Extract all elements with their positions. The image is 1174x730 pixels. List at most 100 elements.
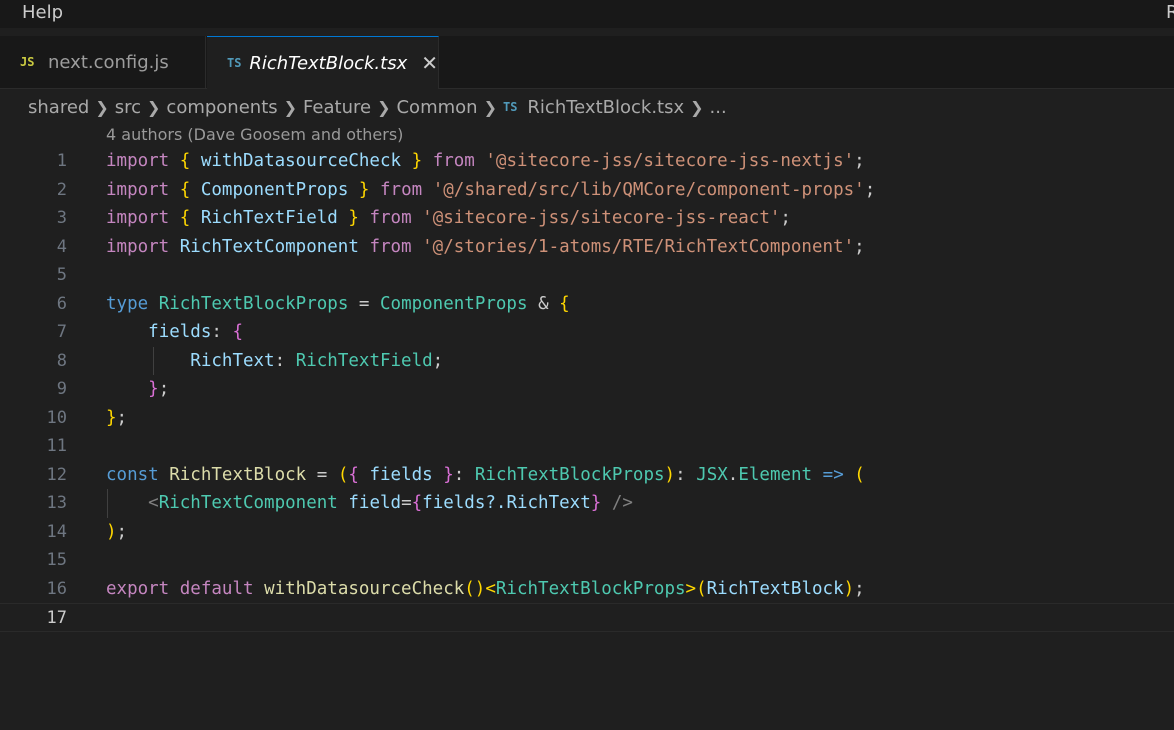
token: import xyxy=(106,208,170,228)
token: ( xyxy=(696,578,707,599)
token: JSX xyxy=(696,464,728,485)
menu-help[interactable]: Help xyxy=(22,2,63,23)
token: RichTextBlockProps xyxy=(158,293,349,314)
code-line[interactable]: 3 import { RichTextField } from '@siteco… xyxy=(0,204,1174,233)
tab-richtextblock[interactable]: TS RichTextBlock.tsx ✕ xyxy=(207,36,439,89)
code-line[interactable]: 10 }; xyxy=(0,404,1174,433)
breadcrumb-item-src[interactable]: src xyxy=(115,97,141,118)
token: } xyxy=(590,493,602,513)
token: = xyxy=(358,293,370,314)
token: ; xyxy=(158,379,170,399)
token: : xyxy=(453,464,465,485)
editor-tab-bar: JS next.config.js TS RichTextBlock.tsx ✕ xyxy=(0,36,1174,89)
token: { xyxy=(232,322,244,342)
typescript-file-icon: TS xyxy=(227,56,242,70)
token: < xyxy=(148,493,159,513)
token: . xyxy=(727,464,739,485)
tab-label: RichTextBlock.tsx xyxy=(249,52,408,74)
token: > xyxy=(685,578,697,599)
close-icon[interactable]: ✕ xyxy=(421,53,438,73)
code-line[interactable]: 9 }; xyxy=(0,375,1174,404)
token: withDatasourceCheck xyxy=(264,578,465,599)
tab-label: next.config.js xyxy=(48,51,169,73)
token: /> xyxy=(601,493,633,513)
token: { xyxy=(179,179,191,200)
typescript-file-icon: TS xyxy=(502,100,518,114)
line-number: 8 xyxy=(56,350,67,371)
token: } xyxy=(358,179,370,200)
line-number: 13 xyxy=(46,493,67,513)
token: ( xyxy=(854,464,865,485)
token: ) xyxy=(664,464,676,485)
code-line[interactable]: 13 <RichTextComponent field={fields?.Ric… xyxy=(0,489,1174,518)
line-number: 16 xyxy=(46,578,67,599)
breadcrumb-item-shared[interactable]: shared xyxy=(28,97,89,118)
breadcrumb-ellipsis[interactable]: ... xyxy=(710,97,727,118)
line-number: 11 xyxy=(46,436,67,456)
token: import xyxy=(106,236,170,257)
token: RichTextField xyxy=(200,208,338,228)
breadcrumb: shared ❯ src ❯ components ❯ Feature ❯ Co… xyxy=(28,94,727,120)
token: RichTextBlock xyxy=(169,464,307,485)
chevron-right-icon: ❯ xyxy=(690,97,704,117)
token: export xyxy=(106,578,170,599)
token: { xyxy=(348,464,359,485)
code-line[interactable]: 5 xyxy=(0,261,1174,290)
code-line[interactable]: 6 type RichTextBlockProps = ComponentPro… xyxy=(0,290,1174,319)
token: import xyxy=(106,179,170,200)
javascript-file-icon: JS xyxy=(20,55,35,69)
line-number: 2 xyxy=(56,179,67,200)
token: < xyxy=(485,578,496,599)
token: () xyxy=(464,578,486,599)
token: RichTextBlockProps xyxy=(474,464,665,485)
code-line[interactable]: 8 RichText: RichTextField; xyxy=(0,347,1174,376)
menu-right-item[interactable]: R xyxy=(1166,2,1174,23)
code-line[interactable]: 1 import { withDatasourceCheck } from '@… xyxy=(0,147,1174,176)
token: ; xyxy=(432,350,444,371)
token: '@/stories/1-atoms/RTE/RichTextComponent… xyxy=(422,236,855,257)
breadcrumb-item-file[interactable]: RichTextBlock.tsx xyxy=(527,97,684,118)
token: : xyxy=(211,322,222,342)
code-line[interactable]: 16 export default withDatasourceCheck()<… xyxy=(0,575,1174,604)
token: '@/shared/src/lib/QMCore/component-props… xyxy=(432,179,865,200)
token: from xyxy=(369,208,412,228)
code-line[interactable]: 7 fields: { xyxy=(0,318,1174,347)
breadcrumb-item-feature[interactable]: Feature xyxy=(303,97,371,118)
token: fields?.RichText xyxy=(422,493,591,513)
token: : xyxy=(274,350,286,371)
token: } xyxy=(106,407,117,428)
code-line[interactable]: 4 import RichTextComponent from '@/stori… xyxy=(0,233,1174,262)
line-number: 9 xyxy=(56,379,67,399)
breadcrumb-item-components[interactable]: components xyxy=(166,97,277,118)
tab-next-config[interactable]: JS next.config.js xyxy=(0,36,206,88)
token: RichTextComponent xyxy=(158,493,338,513)
breadcrumb-item-common[interactable]: Common xyxy=(396,97,477,118)
line-number: 12 xyxy=(46,464,67,485)
code-line[interactable]: 12 const RichTextBlock = ({ fields }: Ri… xyxy=(0,461,1174,490)
chevron-right-icon: ❯ xyxy=(147,97,161,117)
token: type xyxy=(106,293,149,314)
token: } xyxy=(348,208,359,228)
code-line-current[interactable]: 17 xyxy=(0,603,1174,632)
code-line[interactable]: 11 xyxy=(0,432,1174,461)
token: '@sitecore-jss/sitecore-jss-nextjs' xyxy=(485,151,855,171)
token: fields xyxy=(148,322,212,342)
token: ComponentProps xyxy=(380,293,528,314)
token: ; xyxy=(854,578,865,599)
code-line[interactable]: 15 xyxy=(0,546,1174,575)
code-line[interactable]: 14 ); xyxy=(0,518,1174,547)
token: ; xyxy=(854,151,865,171)
token: Element xyxy=(738,464,813,485)
chevron-right-icon: ❯ xyxy=(283,97,298,117)
line-number: 5 xyxy=(56,265,67,285)
codelens-authors[interactable]: 4 authors (Dave Goosem and others) xyxy=(106,125,403,144)
chevron-right-icon: ❯ xyxy=(377,97,391,117)
token: : xyxy=(675,464,686,485)
line-number: 17 xyxy=(46,608,67,628)
token: '@sitecore-jss/sitecore-jss-react' xyxy=(422,208,781,228)
token: withDatasourceCheck xyxy=(200,151,402,171)
token: { xyxy=(179,151,191,171)
token: from xyxy=(380,179,423,200)
line-number: 1 xyxy=(56,151,67,171)
code-line[interactable]: 2 import { ComponentProps } from '@/shar… xyxy=(0,176,1174,205)
